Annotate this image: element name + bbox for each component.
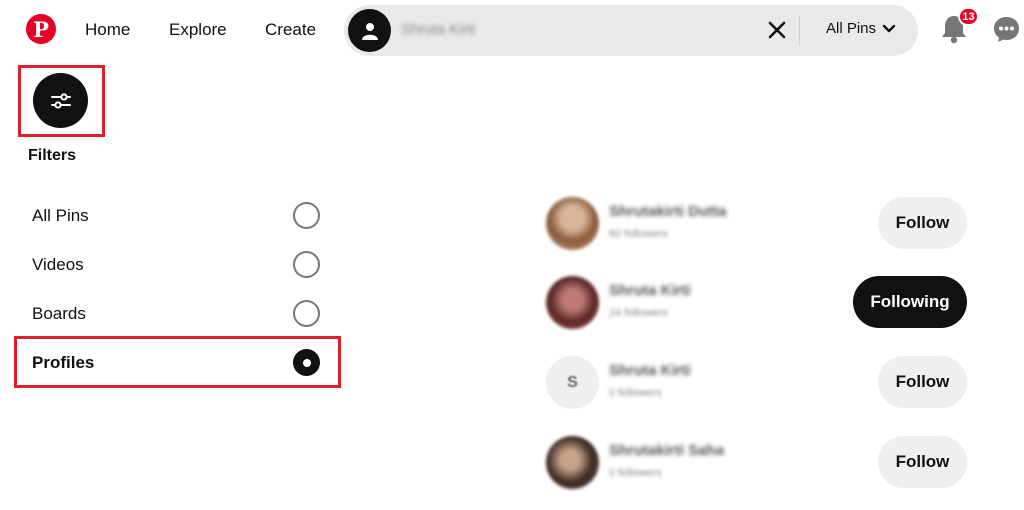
chevron-down-icon (882, 24, 896, 32)
follow-button[interactable]: Follow (878, 436, 967, 488)
search-divider (799, 16, 800, 46)
profile-name[interactable]: Shrutakirti Saha (609, 442, 724, 459)
profile-followers: 0 followers (609, 467, 662, 479)
profile-name[interactable]: Shruta Kirti (609, 362, 691, 379)
filter-toggle-button[interactable] (33, 73, 88, 128)
filters-heading: Filters (28, 147, 77, 164)
profile-result[interactable]: S Shruta Kirti 0 followers Follow (546, 356, 968, 412)
filter-option-label: Videos (32, 255, 84, 274)
avatar-initial: S (567, 373, 578, 391)
messages-icon[interactable] (993, 16, 1020, 43)
following-button[interactable]: Following (853, 276, 967, 328)
pinterest-logo-icon[interactable]: P (26, 14, 56, 44)
nav-create[interactable]: Create (265, 20, 316, 40)
filter-option-all-pins[interactable]: All Pins (32, 201, 322, 231)
nav-home[interactable]: Home (85, 20, 130, 40)
profile-result[interactable]: Shrutakirti Saha 0 followers Follow (546, 436, 968, 492)
notification-badge: 13 (958, 7, 979, 26)
search-scope-dropdown[interactable]: All Pins (826, 20, 896, 37)
avatar[interactable] (546, 436, 599, 489)
search-scope-label: All Pins (826, 20, 877, 37)
filter-option-videos[interactable]: Videos (32, 250, 322, 280)
profile-result[interactable]: Shrutakirti Dutta 60 followers Follow (546, 197, 968, 253)
avatar[interactable]: S (546, 356, 599, 409)
profile-result[interactable]: Shruta Kirti 24 followers Following (546, 276, 968, 332)
profile-followers: 60 followers (609, 228, 668, 240)
sliders-icon (50, 92, 71, 109)
profile-followers: 24 followers (609, 307, 668, 319)
filter-option-label: Boards (32, 304, 86, 323)
filter-option-profiles[interactable]: Profiles (32, 348, 322, 378)
filter-option-label: All Pins (32, 206, 89, 225)
nav-explore[interactable]: Explore (169, 20, 227, 40)
radio-all-pins[interactable] (293, 202, 320, 229)
profile-name[interactable]: Shruta Kirti (609, 282, 691, 299)
radio-profiles[interactable] (293, 349, 320, 376)
user-icon (348, 9, 391, 52)
search-bar[interactable]: Shruta Kirti All Pins (344, 5, 918, 56)
search-input[interactable]: Shruta Kirti (401, 21, 475, 38)
filter-option-boards[interactable]: Boards (32, 299, 322, 329)
profile-name[interactable]: Shrutakirti Dutta (609, 203, 727, 220)
follow-button[interactable]: Follow (878, 197, 967, 249)
radio-videos[interactable] (293, 251, 320, 278)
top-nav-bar: P Home Explore Create Shruta Kirti All P… (0, 0, 1024, 62)
radio-boards[interactable] (293, 300, 320, 327)
filter-option-label: Profiles (32, 353, 95, 372)
clear-search-icon[interactable] (764, 17, 790, 43)
avatar[interactable] (546, 276, 599, 329)
profile-followers: 0 followers (609, 387, 662, 399)
follow-button[interactable]: Follow (878, 356, 967, 408)
avatar[interactable] (546, 197, 599, 250)
